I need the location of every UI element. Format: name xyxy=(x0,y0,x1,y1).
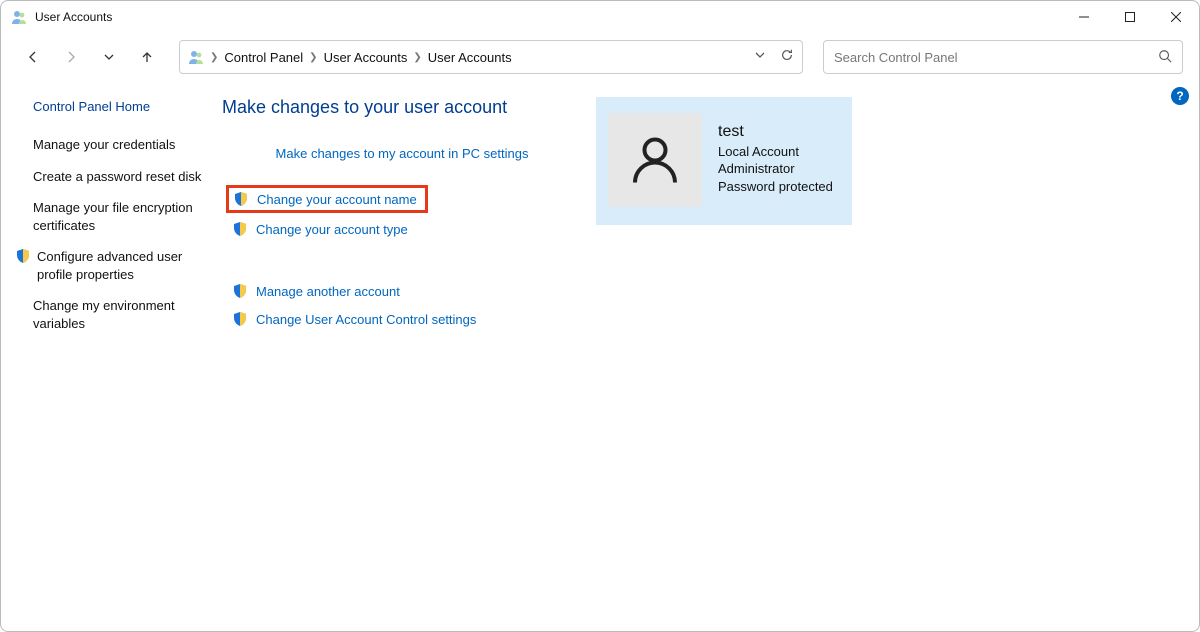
task-link-label: Manage another account xyxy=(256,284,400,299)
link-manage-another-account[interactable]: Manage another account xyxy=(226,281,582,301)
recent-locations-button[interactable] xyxy=(93,41,125,73)
task-link-label: Change User Account Control settings xyxy=(256,312,476,327)
chevron-right-icon[interactable]: ❯ xyxy=(413,52,421,63)
address-icon xyxy=(188,49,204,65)
shield-icon xyxy=(232,283,248,299)
search-input[interactable]: Search Control Panel xyxy=(823,40,1183,74)
address-bar[interactable]: ❯ Control Panel ❯ User Accounts ❯ User A… xyxy=(179,40,803,74)
task-link-label: Change your account type xyxy=(256,222,408,237)
page-heading: Make changes to your user account xyxy=(222,97,582,118)
search-icon xyxy=(1158,49,1172,66)
sidebar-link-credentials[interactable]: Manage your credentials xyxy=(33,136,218,154)
shield-icon xyxy=(232,311,248,327)
account-name: test xyxy=(718,121,833,143)
toolbar: ❯ Control Panel ❯ User Accounts ❯ User A… xyxy=(1,33,1199,81)
sidebar: Control Panel Home Manage your credentia… xyxy=(17,91,222,346)
sidebar-link-label: Configure advanced user profile properti… xyxy=(37,248,218,283)
shield-icon xyxy=(233,191,249,207)
back-button[interactable] xyxy=(17,41,49,73)
help-icon[interactable]: ? xyxy=(1171,87,1189,105)
search-placeholder: Search Control Panel xyxy=(834,50,958,65)
main-panel: Make changes to your user account Make c… xyxy=(222,91,1183,346)
link-change-account-name[interactable]: Change your account name xyxy=(226,185,428,213)
shield-icon xyxy=(15,248,31,264)
chevron-right-icon[interactable]: ❯ xyxy=(309,52,317,63)
account-card: test Local Account Administrator Passwor… xyxy=(596,97,852,225)
sidebar-link-env-vars[interactable]: Change my environment variables xyxy=(33,297,218,332)
sidebar-link-encryption[interactable]: Manage your file encryption certificates xyxy=(33,199,218,234)
close-button[interactable] xyxy=(1153,1,1199,33)
sidebar-link-reset-disk[interactable]: Create a password reset disk xyxy=(33,168,218,186)
window-title: User Accounts xyxy=(35,10,112,24)
account-role: Administrator xyxy=(718,160,833,178)
account-info: test Local Account Administrator Passwor… xyxy=(718,107,833,215)
sidebar-link-advanced[interactable]: Configure advanced user profile properti… xyxy=(15,248,218,283)
account-type: Local Account xyxy=(718,143,833,161)
titlebar: User Accounts xyxy=(1,1,1199,33)
breadcrumb-item[interactable]: User Accounts xyxy=(428,50,512,65)
maximize-button[interactable] xyxy=(1107,1,1153,33)
account-protection: Password protected xyxy=(718,178,833,196)
user-accounts-icon xyxy=(11,9,27,25)
minimize-button[interactable] xyxy=(1061,1,1107,33)
breadcrumb-item[interactable]: Control Panel xyxy=(224,50,303,65)
task-link-label: Change your account name xyxy=(257,192,417,207)
forward-button[interactable] xyxy=(55,41,87,73)
refresh-button[interactable] xyxy=(780,48,794,67)
breadcrumb-item[interactable]: User Accounts xyxy=(324,50,408,65)
link-change-account-type[interactable]: Change your account type xyxy=(226,219,582,239)
link-pc-settings[interactable]: Make changes to my account in PC setting… xyxy=(222,144,582,163)
shield-icon xyxy=(232,221,248,237)
control-panel-home-link[interactable]: Control Panel Home xyxy=(33,99,218,114)
chevron-right-icon[interactable]: ❯ xyxy=(210,52,218,63)
address-dropdown-button[interactable] xyxy=(754,48,766,66)
task-list: Make changes to your user account Make c… xyxy=(222,97,582,346)
link-uac-settings[interactable]: Change User Account Control settings xyxy=(226,309,582,329)
up-button[interactable] xyxy=(131,41,163,73)
content-area: ? Control Panel Home Manage your credent… xyxy=(1,81,1199,346)
avatar xyxy=(608,113,702,207)
